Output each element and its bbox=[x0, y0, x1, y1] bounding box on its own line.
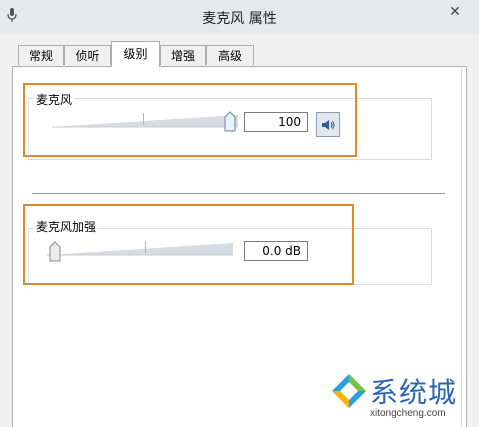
separator bbox=[32, 193, 445, 194]
microphone-boost-highlight bbox=[23, 204, 354, 285]
tab-general[interactable]: 常规 bbox=[18, 45, 64, 65]
tab-label: 级别 bbox=[123, 47, 148, 61]
tab-label: 高级 bbox=[217, 49, 242, 63]
close-icon: ✕ bbox=[449, 4, 461, 20]
tab-enhancements[interactable]: 增强 bbox=[160, 45, 206, 65]
watermark-logo bbox=[332, 374, 366, 408]
watermark-brand: 系统城 bbox=[370, 376, 458, 409]
watermark: 系统城 xitongcheng.com bbox=[330, 370, 478, 426]
tab-label: 常规 bbox=[28, 49, 53, 63]
tab-label: 增强 bbox=[170, 49, 195, 63]
tab-advanced[interactable]: 高级 bbox=[206, 45, 254, 65]
tab-listen[interactable]: 侦听 bbox=[64, 45, 111, 65]
microphone-highlight bbox=[23, 83, 357, 157]
close-button[interactable]: ✕ bbox=[438, 0, 472, 24]
tab-label: 侦听 bbox=[75, 49, 100, 63]
tab-levels[interactable]: 级别 bbox=[111, 41, 160, 67]
window-title: 麦克风 属性 bbox=[202, 11, 277, 27]
title-bar: 麦克风 属性 ✕ bbox=[0, 0, 479, 35]
watermark-url: xitongcheng.com bbox=[370, 408, 446, 419]
